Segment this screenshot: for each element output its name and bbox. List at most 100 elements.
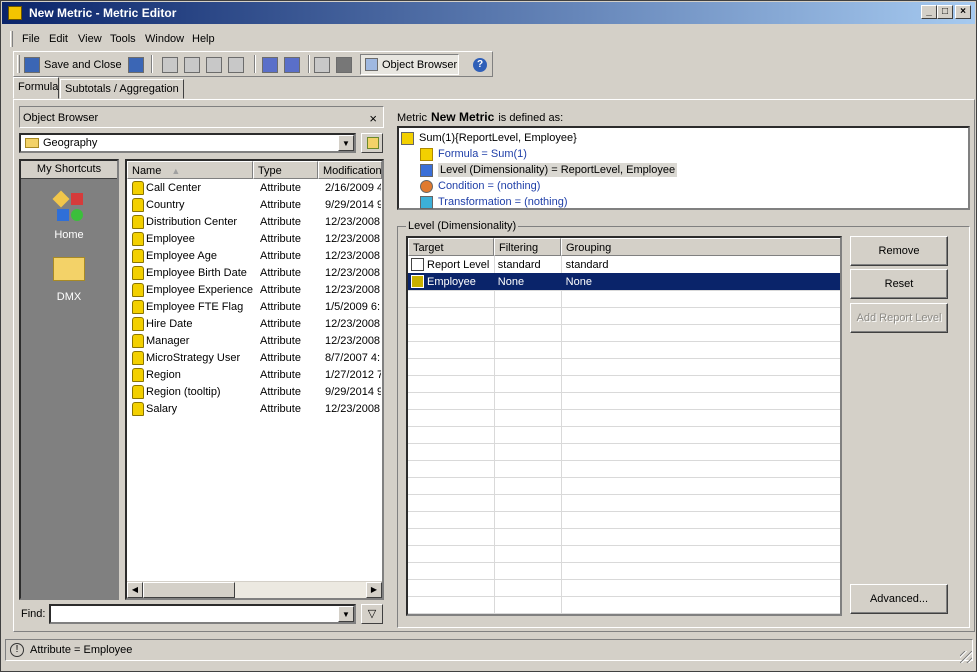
scroll-left-icon[interactable]: ◀ — [127, 582, 143, 598]
list-item-type: Attribute — [260, 198, 301, 211]
column-header-name[interactable]: Name ▲ — [127, 161, 253, 179]
menu-window[interactable]: Window — [145, 33, 184, 45]
list-item[interactable]: Hire Date Attribute 12/23/2008 — [127, 315, 381, 332]
parent-folder-button[interactable] — [361, 133, 383, 153]
advanced-button[interactable]: Advanced... — [850, 584, 948, 614]
object-browser-close-button[interactable]: × — [369, 111, 377, 126]
list-item-name: Hire Date — [146, 317, 193, 330]
tree-root[interactable]: Sum(1){ReportLevel, Employee} — [401, 130, 577, 146]
close-button[interactable]: × — [955, 5, 971, 19]
resize-grip[interactable] — [960, 651, 972, 663]
save-and-close-button[interactable]: Save and Close — [24, 55, 122, 74]
add-report-level-button[interactable]: Add Report Level — [850, 303, 948, 333]
list-item-modified: 12/23/2008 — [325, 334, 381, 347]
up-folder-icon — [367, 137, 379, 149]
remove-button[interactable]: Remove — [850, 236, 948, 266]
scroll-right-icon[interactable]: ▶ — [366, 582, 382, 598]
definition-tree[interactable]: Sum(1){ReportLevel, Employee} Formula = … — [397, 126, 970, 210]
tree-level[interactable]: Level (Dimensionality) = ReportLevel, Em… — [420, 162, 678, 178]
attribute-icon — [132, 231, 144, 246]
column-header-target[interactable]: Target — [408, 238, 494, 256]
list-item[interactable]: Country Attribute 9/29/2014 9 — [127, 196, 381, 213]
maximize-button[interactable]: □ — [937, 5, 953, 19]
list-item-type: Attribute — [260, 215, 301, 228]
tab-formula[interactable]: Formula — [13, 77, 59, 99]
spell-check-alt-button[interactable] — [284, 55, 300, 74]
my-shortcuts-header[interactable]: My Shortcuts — [21, 161, 117, 179]
tree-condition[interactable]: Condition = (nothing) — [420, 178, 540, 194]
search-button[interactable] — [314, 55, 330, 74]
list-item[interactable]: Region (tooltip) Attribute 9/29/2014 9 — [127, 383, 381, 400]
save-button[interactable] — [128, 55, 144, 74]
level-row-report-level[interactable]: Report Level standard standard — [408, 256, 840, 273]
grid-row-line — [408, 528, 840, 529]
reset-button[interactable]: Reset — [850, 269, 948, 299]
chevron-down-icon[interactable]: ▼ — [338, 135, 354, 151]
find-input[interactable]: ▼ — [49, 604, 356, 624]
list-item[interactable]: Salary Attribute 12/23/2008 — [127, 400, 381, 417]
list-item-modified: 1/27/2012 7 — [325, 368, 381, 381]
tree-transformation[interactable]: Transformation = (nothing) — [420, 194, 568, 210]
tree-condition-label: Condition = (nothing) — [438, 180, 541, 192]
level-grid[interactable]: Target Filtering Grouping Report Level s… — [406, 236, 842, 616]
list-item-modified: 12/23/2008 — [325, 283, 381, 296]
list-item[interactable]: Employee Attribute 12/23/2008 — [127, 230, 381, 247]
list-item[interactable]: Distribution Center Attribute 12/23/2008 — [127, 213, 381, 230]
shortcut-dmx[interactable]: DMX — [21, 257, 117, 303]
menu-grip[interactable] — [10, 31, 13, 47]
paste-button[interactable] — [228, 55, 244, 74]
home-icon — [51, 190, 87, 225]
menu-bar: File Edit View Tools Window Help — [2, 29, 975, 49]
list-item[interactable]: Call Center Attribute 2/16/2009 4 — [127, 179, 381, 196]
list-item[interactable]: Manager Attribute 12/23/2008 — [127, 332, 381, 349]
list-item[interactable]: Employee FTE Flag Attribute 1/5/2009 6: — [127, 298, 381, 315]
tree-formula[interactable]: Formula = Sum(1) — [420, 146, 527, 162]
column-header-grouping[interactable]: Grouping — [561, 238, 840, 256]
minimize-button[interactable]: _ — [921, 5, 937, 19]
filter-button[interactable]: ▽ — [361, 604, 383, 624]
list-item[interactable]: Region Attribute 1/27/2012 7 — [127, 366, 381, 383]
list-item[interactable]: Employee Birth Date Attribute 12/23/2008 — [127, 264, 381, 281]
tree-formula-label: Formula = Sum(1) — [438, 148, 527, 160]
sum-button[interactable] — [162, 55, 178, 74]
list-item[interactable]: MicroStrategy User Attribute 8/7/2007 4: — [127, 349, 381, 366]
attribute-icon — [411, 275, 424, 288]
spell-check-button[interactable] — [262, 55, 278, 74]
column-header-type[interactable]: Type — [252, 161, 318, 179]
menu-view[interactable]: View — [78, 33, 102, 45]
toolbar-grip[interactable] — [17, 55, 20, 73]
menu-file[interactable]: File — [22, 33, 40, 45]
horizontal-scrollbar[interactable]: ◀ ▶ — [127, 581, 382, 598]
stop-button[interactable] — [336, 55, 352, 74]
column-header-filtering[interactable]: Filtering — [494, 238, 561, 256]
level-row-employee[interactable]: Employee None None — [408, 273, 840, 290]
chevron-down-icon[interactable]: ▼ — [338, 606, 354, 622]
menu-edit[interactable]: Edit — [49, 33, 68, 45]
copy-button[interactable] — [206, 55, 222, 74]
list-item-type: Attribute — [260, 266, 301, 279]
title-bar[interactable]: New Metric - Metric Editor _ □ × — [2, 2, 975, 24]
scrollbar-thumb[interactable] — [143, 582, 235, 598]
list-item-name: Country — [146, 198, 185, 211]
toolbar-separator — [254, 55, 256, 73]
shortcut-home[interactable]: Home — [21, 190, 117, 241]
definition-label: Metric New Metric is defined as: — [397, 110, 563, 124]
definition-suffix: is defined as: — [498, 112, 564, 124]
tab-subtotals-aggregation[interactable]: Subtotals / Aggregation — [60, 79, 184, 99]
column-header-modification[interactable]: Modification — [317, 161, 382, 179]
column-header-name-label: Name — [132, 165, 162, 177]
menu-help[interactable]: Help — [192, 33, 215, 45]
folder-dropdown[interactable]: Geography ▼ — [19, 133, 356, 153]
list-item[interactable]: Employee Age Attribute 12/23/2008 — [127, 247, 381, 264]
menu-tools[interactable]: Tools — [110, 33, 136, 45]
object-browser-toggle[interactable]: Object Browser — [360, 54, 459, 75]
attribute-icon — [132, 248, 144, 263]
help-button[interactable]: ? — [473, 55, 487, 74]
list-item-name: Employee Birth Date — [146, 266, 247, 279]
grid-row-line — [408, 511, 840, 512]
object-list[interactable]: Name ▲ Type Modification Call Center Attri… — [125, 159, 384, 600]
list-item-name: Employee Age — [146, 249, 217, 262]
list-item-type: Attribute — [260, 317, 301, 330]
list-item[interactable]: Employee Experience Attribute 12/23/2008 — [127, 281, 381, 298]
cut-button[interactable] — [184, 55, 200, 74]
